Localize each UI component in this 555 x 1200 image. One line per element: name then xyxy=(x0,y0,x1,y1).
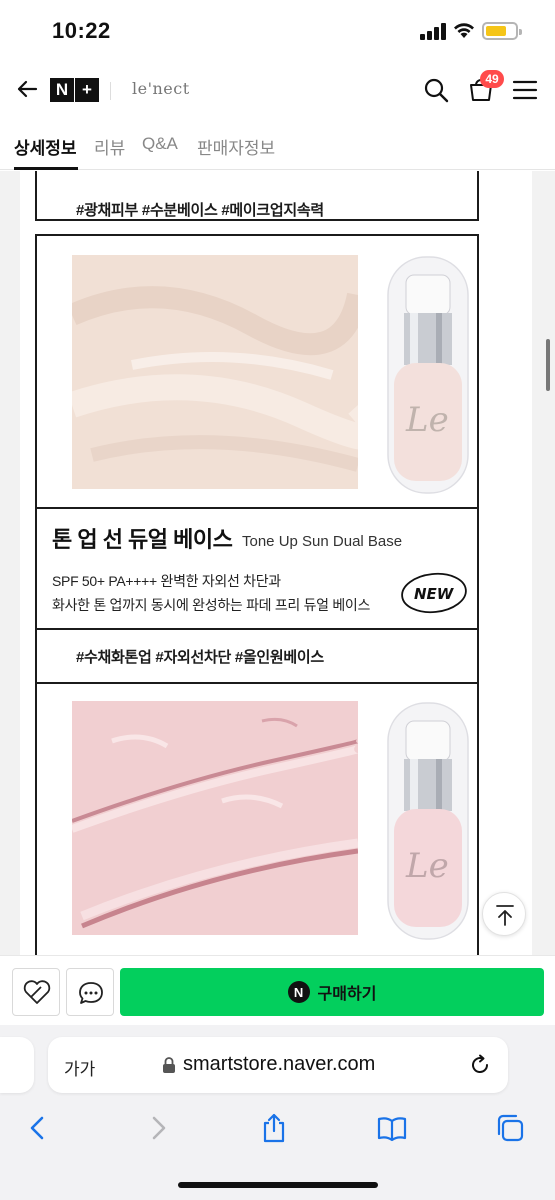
search-icon[interactable] xyxy=(422,76,450,104)
tab-detail[interactable]: 상세정보 xyxy=(14,134,77,159)
wishlist-button[interactable] xyxy=(12,968,60,1016)
status-time: 10:22 xyxy=(52,18,111,43)
reader-text-size-button[interactable]: 가가 xyxy=(64,1055,95,1080)
heart-icon xyxy=(23,980,51,1004)
header-divider xyxy=(110,82,111,100)
chat-bubble-icon xyxy=(79,982,103,1004)
home-indicator xyxy=(178,1182,378,1188)
pink-bottle-image: Le xyxy=(387,702,469,940)
tabs-icon[interactable] xyxy=(494,1112,526,1144)
address-bar[interactable]: 가가 smartstore.naver.com xyxy=(48,1037,508,1093)
tab-qna[interactable]: Q&A xyxy=(142,134,178,154)
naver-plus-logo[interactable]: N + xyxy=(50,78,100,102)
svg-text:NEW: NEW xyxy=(414,585,455,603)
beige-texture-swatch xyxy=(72,255,358,489)
naver-pay-icon: N xyxy=(287,981,310,1003)
hashtags-tone-up: #수채화톤업 #자외선차단 #올인원베이스 xyxy=(76,649,324,666)
tab-seller-info[interactable]: 판매자정보 xyxy=(197,134,275,159)
lock-icon xyxy=(163,1057,175,1073)
browser-forward-icon[interactable] xyxy=(142,1112,174,1144)
buy-button-label: 구매하기 xyxy=(317,986,377,1003)
pink-texture-swatch xyxy=(72,701,358,935)
buy-button[interactable]: N 구매하기 xyxy=(120,968,544,1016)
status-bar: 10:22 xyxy=(0,0,555,62)
product-description-line-1: SPF 50+ PA++++ 완벽한 자외선 차단과 xyxy=(52,573,281,589)
product-title-english: Tone Up Sun Dual Base xyxy=(242,533,403,550)
back-arrow-icon[interactable] xyxy=(12,74,42,104)
active-tab-indicator xyxy=(14,167,78,170)
hashtags-glow: #광채피부 #수분베이스 #메이크업지속력 xyxy=(76,202,324,219)
cart-count-badge: 49 xyxy=(480,70,504,88)
purchase-bar: N 구매하기 xyxy=(0,955,555,1025)
share-icon[interactable] xyxy=(258,1112,290,1144)
beige-bottle-image: Le xyxy=(387,256,469,494)
brand-name[interactable]: le'nect xyxy=(132,79,190,98)
product-tabs: 상세정보 리뷰 Q&A 판매자정보 xyxy=(0,118,555,170)
store-header: N + le'nect 49 xyxy=(0,62,555,118)
product-description-line-2: 화사한 톤 업까지 동시에 완성하는 파데 프리 듀얼 베이스 xyxy=(52,597,371,613)
signal-icon xyxy=(420,22,446,40)
product-title-korean: 톤 업 선 듀얼 베이스 xyxy=(52,527,233,552)
bookmarks-icon[interactable] xyxy=(376,1112,408,1144)
talk-talk-button[interactable] xyxy=(66,968,114,1016)
battery-icon xyxy=(482,22,522,40)
new-badge-icon: NEW xyxy=(401,572,467,614)
menu-icon[interactable] xyxy=(512,78,538,102)
tab-reviews[interactable]: 리뷰 xyxy=(94,134,125,159)
previous-tab-stub[interactable] xyxy=(0,1037,34,1093)
scroll-to-top-button[interactable] xyxy=(482,892,526,936)
product-detail-content[interactable]: #광채피부 #수분베이스 #메이크업지속력 Le 톤 업 선 듀얼 베이스 To… xyxy=(0,171,555,955)
reload-icon[interactable] xyxy=(468,1053,492,1077)
url-text[interactable]: smartstore.naver.com xyxy=(183,1053,375,1076)
svg-text:Le: Le xyxy=(405,846,449,886)
browser-back-icon[interactable] xyxy=(22,1112,54,1144)
wifi-icon xyxy=(454,23,474,38)
arrow-up-icon xyxy=(496,905,514,926)
scroll-indicator[interactable] xyxy=(546,339,550,391)
svg-text:Le: Le xyxy=(405,400,449,440)
